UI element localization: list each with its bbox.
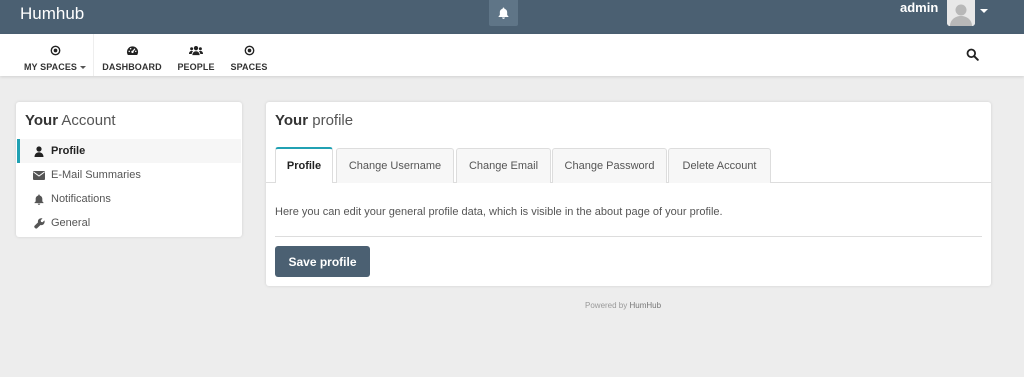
profile-description: Here you can edit your general profile d…	[275, 206, 723, 218]
tab-change-password[interactable]: Change Password	[552, 148, 667, 183]
nav-people[interactable]: PEOPLE	[175, 34, 217, 76]
envelope-icon	[32, 170, 46, 180]
nav-people-label: PEOPLE	[177, 62, 215, 72]
bell-icon	[32, 194, 46, 205]
account-menu-panel: Your Account Profile E-Mail Summaries No…	[16, 102, 242, 237]
footer-powered-by: Powered by HumHub	[585, 301, 661, 310]
sidebar-item-profile[interactable]: Profile	[17, 139, 241, 163]
tab-delete-account[interactable]: Delete Account	[668, 148, 771, 183]
brand-logo[interactable]: Humhub	[20, 5, 84, 23]
user-menu-caret-icon[interactable]	[980, 9, 988, 13]
tachometer-icon	[126, 41, 139, 59]
sidebar-item-email-summaries[interactable]: E-Mail Summaries	[17, 163, 241, 187]
nav-my-spaces-label: MY SPACES	[23, 62, 78, 72]
bell-icon	[498, 7, 509, 19]
main-navigation: MY SPACES DASHBOARD PEOPLE SPACES	[0, 34, 1024, 76]
wrench-icon	[32, 217, 46, 229]
nav-dashboard[interactable]: DASHBOARD	[102, 34, 162, 76]
account-menu-title: Your Account	[25, 112, 116, 129]
sidebar-item-label: E-Mail Summaries	[51, 169, 141, 181]
profile-panel: Your profile Profile Change Username Cha…	[266, 102, 991, 286]
sidebar-item-label: Profile	[51, 145, 86, 157]
tab-profile[interactable]: Profile	[275, 147, 333, 183]
sidebar-item-general[interactable]: General	[17, 211, 241, 235]
avatar-silhouette-icon	[947, 0, 975, 26]
user-icon	[32, 145, 46, 157]
dot-circle-icon	[244, 41, 255, 59]
nav-dashboard-label: DASHBOARD	[102, 62, 162, 72]
nav-my-spaces[interactable]: MY SPACES	[23, 34, 87, 76]
tab-change-email[interactable]: Change Email	[456, 148, 551, 183]
top-bar: Humhub admin	[0, 0, 1024, 34]
chevron-down-icon	[80, 66, 87, 69]
footer-humhub-link[interactable]: HumHub	[629, 301, 661, 310]
save-profile-button[interactable]: Save profile	[275, 246, 370, 277]
user-name[interactable]: admin	[900, 0, 938, 15]
nav-spaces[interactable]: SPACES	[229, 34, 269, 76]
nav-spaces-label: SPACES	[230, 62, 268, 72]
users-icon	[189, 41, 203, 59]
notifications-button[interactable]	[489, 0, 518, 26]
dot-circle-icon	[50, 41, 61, 59]
tab-change-username[interactable]: Change Username	[336, 148, 454, 183]
sidebar-item-label: Notifications	[51, 193, 111, 205]
page-title: Your profile	[275, 112, 354, 129]
sidebar-item-label: General	[51, 217, 91, 229]
search-button[interactable]	[966, 48, 980, 62]
divider	[275, 236, 982, 237]
search-icon	[966, 48, 979, 61]
user-avatar[interactable]	[947, 0, 975, 26]
nav-divider	[93, 34, 94, 76]
profile-tabs: Profile Change Username Change Email Cha…	[266, 147, 991, 183]
sidebar-item-notifications[interactable]: Notifications	[17, 187, 241, 211]
footer-prefix: Powered by	[585, 301, 630, 310]
